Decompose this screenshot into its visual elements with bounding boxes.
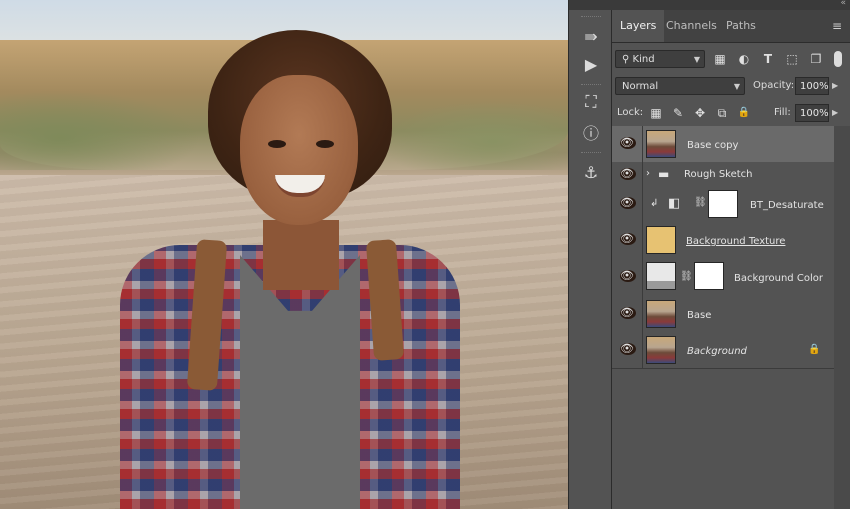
layer-thumbnail	[646, 300, 676, 328]
layer-name: Rough Sketch	[684, 169, 753, 180]
visibility-eye-icon[interactable]: 👁	[620, 233, 636, 245]
filter-kind-label: Kind	[632, 54, 655, 65]
layer-row[interactable]: 👁 Background 🔒	[612, 332, 834, 369]
panel-tabs: Layers Channels Paths ≡	[612, 10, 850, 43]
chevron-down-icon: ▼	[693, 55, 700, 64]
link-chain-icon[interactable]: ⛓	[680, 271, 693, 282]
layer-mask-thumbnail[interactable]	[708, 190, 738, 218]
layer-thumbnail	[646, 226, 676, 254]
tab-channels[interactable]: Channels	[658, 10, 725, 42]
adjustment-layer-icon: ◧	[668, 196, 681, 211]
row-divider	[642, 258, 643, 296]
lock-transparent-icon[interactable]: ▦	[648, 105, 664, 121]
chevron-right-icon[interactable]: ›	[646, 168, 650, 179]
blend-mode-dropdown[interactable]: Normal ▼	[615, 77, 745, 95]
layer-row[interactable]: 👁 Base copy	[612, 126, 834, 163]
layer-name: Background Color	[734, 273, 823, 284]
tab-layers[interactable]: Layers	[612, 10, 665, 42]
tab-paths[interactable]: Paths	[718, 10, 764, 42]
opacity-slider-arrow-icon[interactable]: ▶	[832, 81, 838, 90]
lock-image-icon[interactable]: ✎	[670, 105, 686, 121]
link-chain-icon[interactable]: ⛓	[694, 197, 707, 208]
portrait-subject	[120, 30, 460, 509]
layer-thumbnail	[646, 336, 676, 364]
face	[240, 75, 358, 225]
lock-all-icon[interactable]: 🔒	[736, 105, 752, 121]
document-canvas[interactable]	[0, 0, 568, 509]
layer-name: BT_Desaturate	[750, 200, 824, 211]
filter-toggle[interactable]	[834, 51, 842, 67]
folder-icon: ▬	[658, 167, 670, 181]
layer-row[interactable]: 👁 ↲ ◧ ⛓ BT_Desaturate	[612, 186, 834, 223]
row-divider	[642, 332, 643, 368]
visibility-eye-icon[interactable]: 👁	[620, 197, 636, 209]
layer-thumbnail	[646, 262, 676, 290]
row-divider	[642, 126, 643, 162]
collapsed-panels-strip: ⇛ ▶ ⛶ ⓘ ⚓	[568, 0, 614, 509]
chevron-down-icon: ▼	[733, 82, 740, 91]
layer-name: Base copy	[687, 140, 739, 151]
shape-filter-icon[interactable]: ⬚	[784, 51, 800, 67]
visibility-eye-icon[interactable]: 👁	[620, 137, 636, 149]
image-filter-icon[interactable]: ▦	[712, 51, 728, 67]
layer-row[interactable]: 👁 Base	[612, 296, 834, 333]
strip-divider	[581, 152, 601, 153]
lock-position-icon[interactable]: ✥	[692, 105, 708, 121]
collapse-panel-icon[interactable]: «	[840, 0, 846, 8]
row-divider	[642, 296, 643, 332]
search-icon: ⚲	[622, 54, 630, 65]
filter-kind-dropdown[interactable]: ⚲ Kind ▼	[615, 50, 705, 68]
layer-row[interactable]: 👁 Background Texture	[612, 222, 834, 259]
panel-header-bar[interactable]: «	[612, 0, 850, 10]
panel-menu-icon[interactable]: ≡	[832, 19, 842, 33]
strip-header[interactable]	[569, 0, 613, 10]
layers-panel: « Layers Channels Paths ≡ ⚲ Kind ▼ ▦ ◐ T…	[611, 0, 850, 509]
opacity-label: Opacity:	[753, 80, 795, 91]
row-divider	[642, 186, 643, 222]
info-icon[interactable]: ⓘ	[576, 120, 606, 144]
eye-left	[268, 140, 286, 148]
layer-name: Background	[687, 346, 747, 357]
layer-thumbnail	[646, 130, 676, 158]
blend-mode-value: Normal	[622, 81, 659, 92]
neck	[263, 220, 339, 290]
layer-name: Base	[687, 310, 712, 321]
history-brush-icon[interactable]: ⇛	[576, 24, 606, 48]
layer-row[interactable]: 👁 ⛓ Background Color	[612, 258, 834, 297]
opacity-input[interactable]: 100%	[795, 77, 829, 95]
layer-row[interactable]: 👁 › ▬ Rough Sketch	[612, 162, 834, 187]
visibility-eye-icon[interactable]: 👁	[620, 307, 636, 319]
fill-label: Fill:	[774, 107, 791, 118]
visibility-eye-icon[interactable]: 👁	[620, 168, 636, 180]
fill-input[interactable]: 100%	[795, 104, 829, 122]
clone-source-icon[interactable]: ⚓	[576, 160, 606, 184]
fill-slider-arrow-icon[interactable]: ▶	[832, 108, 838, 117]
layer-mask-thumbnail[interactable]	[694, 262, 724, 290]
strip-divider	[581, 16, 601, 17]
eye-right	[316, 140, 334, 148]
lock-icon: 🔒	[808, 344, 821, 355]
adjustment-filter-icon[interactable]: ◐	[736, 51, 752, 67]
lock-label: Lock:	[617, 107, 644, 118]
type-filter-icon[interactable]: T	[760, 51, 776, 67]
strip-divider	[581, 84, 601, 85]
row-divider	[642, 162, 643, 186]
play-action-icon[interactable]: ▶	[576, 52, 606, 76]
layer-name: Background Texture	[686, 236, 786, 247]
row-divider	[642, 222, 643, 258]
3d-cube-icon[interactable]: ⛶	[576, 90, 606, 114]
layers-list: 👁 Base copy 👁 › ▬ Rough Sketch 👁 ↲ ◧ ⛓ B…	[612, 126, 850, 509]
smart-object-filter-icon[interactable]: ❐	[808, 51, 824, 67]
clipping-arrow-icon: ↲	[650, 198, 659, 209]
visibility-eye-icon[interactable]: 👁	[620, 343, 636, 355]
photoshop-window: ⇛ ▶ ⛶ ⓘ ⚓ « Layers Channels Paths ≡ ⚲ Ki…	[0, 0, 850, 509]
layers-scrollbar[interactable]	[834, 126, 850, 509]
visibility-eye-icon[interactable]: 👁	[620, 270, 636, 282]
lock-artboard-icon[interactable]: ⧉	[714, 105, 730, 121]
